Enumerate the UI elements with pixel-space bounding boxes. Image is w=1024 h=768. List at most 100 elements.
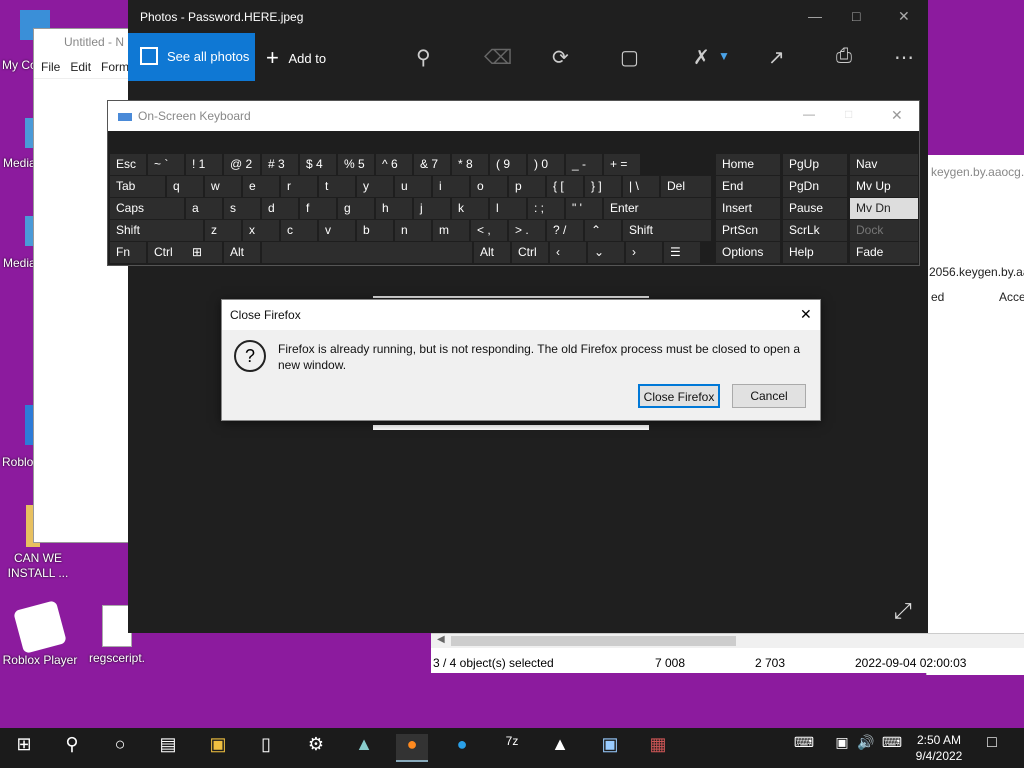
osk-nav-key[interactable]: Insert <box>716 198 780 219</box>
search-icon[interactable]: ⚲ <box>56 734 88 762</box>
osk-key[interactable]: w <box>205 176 241 197</box>
osk-key[interactable]: Ctrl <box>512 242 548 263</box>
osk-key[interactable]: r <box>281 176 317 197</box>
print-icon[interactable]: ⎙ <box>836 45 852 68</box>
osk-nav-key[interactable]: PgUp <box>783 154 847 175</box>
osk-key[interactable]: * 8 <box>452 154 488 175</box>
osk-key[interactable]: l <box>490 198 526 219</box>
rotate-icon[interactable]: ⟳ <box>552 45 569 70</box>
maximize-button[interactable]: □ <box>852 8 860 24</box>
osk-nav-key[interactable]: PrtScn <box>716 220 780 241</box>
osk-key[interactable]: u <box>395 176 431 197</box>
delete-icon[interactable]: ⌫ <box>484 45 512 70</box>
winrar-icon[interactable]: ▦ <box>642 734 674 762</box>
clock[interactable]: 2:50 AM 9/4/2022 <box>912 732 966 764</box>
horizontal-scrollbar[interactable]: ◀ <box>431 634 1024 648</box>
osk-key[interactable]: > . <box>509 220 545 241</box>
osk-nav-key[interactable]: ScrLk <box>783 220 847 241</box>
osk-key[interactable]: z <box>205 220 241 241</box>
osk-key[interactable]: a <box>186 198 222 219</box>
osk-key[interactable]: ^ 6 <box>376 154 412 175</box>
osk-maximize[interactable]: □ <box>845 107 852 121</box>
osk-key[interactable]: + = <box>604 154 640 175</box>
osk-nav-key[interactable]: Mv Up <box>850 176 918 197</box>
osk-key[interactable]: & 7 <box>414 154 450 175</box>
on-screen-keyboard[interactable]: On-Screen Keyboard — □ ✕ Esc ~ `! 1 @ 2 # 3… <box>107 100 920 266</box>
osk-key[interactable]: | \ <box>623 176 659 197</box>
edit-icon[interactable]: ✗ <box>693 45 710 70</box>
osk-key[interactable]: ? / <box>547 220 583 241</box>
osk-key[interactable]: f <box>300 198 336 219</box>
menu-edit[interactable]: Edit <box>70 60 91 74</box>
see-all-photos-button[interactable]: See all photos <box>128 33 255 81</box>
osk-left-arrow[interactable]: ‹ <box>550 242 586 263</box>
osk-key[interactable]: < , <box>471 220 507 241</box>
osk-key[interactable]: p <box>509 176 545 197</box>
osk-key[interactable]: j <box>414 198 450 219</box>
osk-tray-icon[interactable]: ⌨ <box>876 734 908 762</box>
osk-key[interactable]: q <box>167 176 203 197</box>
osk-windows-key[interactable]: ⊞ <box>186 242 222 263</box>
osk-key[interactable]: d <box>262 198 298 219</box>
osk-key[interactable]: $ 4 <box>300 154 336 175</box>
osk-key[interactable]: ) 0 <box>528 154 564 175</box>
osk-space-key[interactable] <box>262 242 472 263</box>
osk-key[interactable]: t <box>319 176 355 197</box>
close-firefox-dialog[interactable]: Close Firefox ✕ ? Firefox is already run… <box>221 299 821 421</box>
osk-nav-key[interactable]: Mv Dn <box>850 198 918 219</box>
osk-nav-key[interactable]: Home <box>716 154 780 175</box>
osk-key[interactable]: Fn <box>110 242 146 263</box>
task-view-icon[interactable]: ▤ <box>152 734 184 762</box>
share-icon[interactable]: ↗ <box>768 45 785 70</box>
osk-key[interactable]: # 3 <box>262 154 298 175</box>
osk-key[interactable]: Enter <box>604 198 711 219</box>
osk-key[interactable]: Shift <box>110 220 203 241</box>
osk-key[interactable]: Esc <box>110 154 146 175</box>
crop-icon[interactable]: ▢ <box>620 45 639 70</box>
explorer-window[interactable]: keygen.by.aaocg.z 2056.keygen.by.aa ed A… <box>926 155 1024 675</box>
osk-key[interactable]: x <box>243 220 279 241</box>
notification-icon[interactable]: □ <box>976 734 1008 762</box>
osk-key[interactable]: b <box>357 220 393 241</box>
osk-nav-key[interactable]: PgDn <box>783 176 847 197</box>
desktop-icon-roblox-player[interactable]: Roblox Player <box>2 600 78 667</box>
osk-key[interactable]: ! 1 <box>186 154 222 175</box>
osk-key[interactable]: Del <box>661 176 711 197</box>
paint-icon[interactable]: ▲ <box>348 734 380 762</box>
firefox-icon[interactable]: ● <box>396 734 428 762</box>
osk-key[interactable]: o <box>471 176 507 197</box>
add-to-button[interactable]: + Add to <box>266 45 326 71</box>
osk-nav-key[interactable]: Dock <box>850 220 918 241</box>
osk-key[interactable]: n <box>395 220 431 241</box>
notepad-icon[interactable]: ▯ <box>250 734 282 762</box>
osk-nav-key[interactable]: End <box>716 176 780 197</box>
edge-icon[interactable]: ● <box>446 734 478 762</box>
osk-up-arrow[interactable]: ⌃ <box>585 220 621 241</box>
osk-nav-key[interactable]: Nav <box>850 154 918 175</box>
osk-key[interactable]: c <box>281 220 317 241</box>
file-explorer-icon[interactable]: ▣ <box>202 734 234 762</box>
osk-nav-key[interactable]: Help <box>783 242 847 263</box>
osk-key[interactable]: @ 2 <box>224 154 260 175</box>
osk-key[interactable]: " ' <box>566 198 602 219</box>
osk-key[interactable]: h <box>376 198 412 219</box>
osk-down-arrow[interactable]: ⌄ <box>588 242 624 263</box>
osk-key[interactable]: v <box>319 220 355 241</box>
osk-nav-key[interactable]: Fade <box>850 242 918 263</box>
dialog-close-icon[interactable]: ✕ <box>800 306 812 323</box>
cancel-button[interactable]: Cancel <box>732 384 806 408</box>
osk-key[interactable]: % 5 <box>338 154 374 175</box>
osk-key[interactable]: ( 9 <box>490 154 526 175</box>
close-button[interactable]: ✕ <box>898 8 910 25</box>
osk-key[interactable]: y <box>357 176 393 197</box>
osk-key[interactable]: } ] <box>585 176 621 197</box>
minimize-button[interactable]: — <box>808 8 822 24</box>
osk-key[interactable]: g <box>338 198 374 219</box>
chevron-down-icon[interactable]: ▼ <box>718 49 730 63</box>
osk-key[interactable]: e <box>243 176 279 197</box>
menu-format[interactable]: Form <box>101 60 129 74</box>
menu-file[interactable]: File <box>41 60 60 74</box>
scroll-left-icon[interactable]: ◀ <box>437 634 445 645</box>
osk-close[interactable]: ✕ <box>891 107 903 124</box>
keyboard-tray-icon[interactable]: ⌨ <box>788 734 820 762</box>
